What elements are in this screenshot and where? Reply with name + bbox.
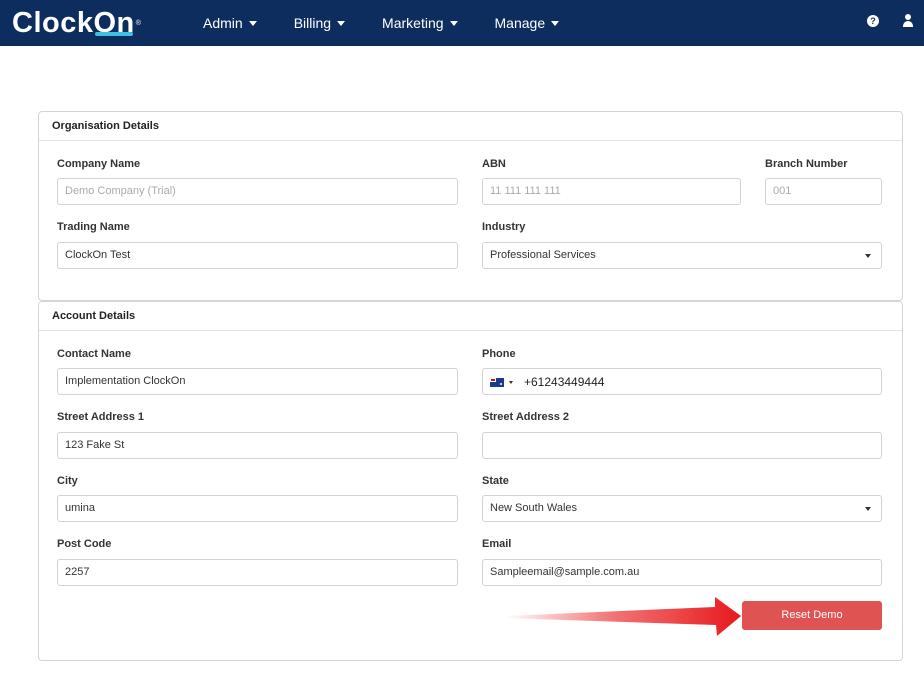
industry-select[interactable]: Professional Services [482, 242, 882, 269]
reset-demo-button[interactable]: Reset Demo [742, 601, 882, 630]
post-code-label: Post Code [57, 538, 112, 550]
organisation-details-card: Organisation Details [38, 111, 903, 301]
post-code-field[interactable]: 2257 [57, 559, 458, 586]
state-value: New South Wales [490, 502, 578, 514]
organisation-details-title: Organisation Details [39, 112, 902, 141]
user-icon[interactable] [902, 14, 914, 27]
city-field[interactable]: umina [57, 495, 458, 522]
account-details-title: Account Details [39, 302, 902, 331]
abn-field[interactable]: 11 111 111 111 [482, 178, 741, 205]
caret-down-icon [337, 20, 346, 26]
registered-mark: ® [135, 19, 141, 27]
caret-down-icon [449, 20, 458, 26]
caret-down-icon [248, 20, 257, 26]
city-label: City [57, 475, 78, 487]
logo-accent-text: On [93, 7, 135, 39]
nav-billing-label: Billing [293, 15, 332, 31]
dropdown-arrow-icon [865, 254, 871, 258]
company-name-field[interactable]: Demo Company (Trial) [57, 178, 458, 205]
street-address-2-field[interactable] [482, 432, 882, 459]
industry-value: Professional Services [490, 249, 596, 261]
country-caret-icon [509, 381, 513, 384]
state-label: State [482, 475, 509, 487]
user-icon-head [905, 14, 911, 20]
annotation-arrow-icon [505, 597, 741, 636]
phone-label: Phone [482, 348, 516, 360]
caret-down-icon [551, 20, 560, 26]
top-navbar: Clock On ® Admin Billing Marketing Manage … [0, 0, 924, 46]
help-icon[interactable]: ? [867, 14, 879, 27]
abn-label: ABN [482, 158, 506, 170]
user-icon-body [903, 21, 913, 27]
email-field[interactable]: Sampleemail@sample.com.au [482, 559, 882, 586]
nav-manage[interactable]: Manage [495, 15, 560, 31]
phone-field[interactable]: +61243449444 [482, 368, 882, 395]
street-address-1-field[interactable]: 123 Fake St [57, 432, 458, 459]
trading-name-label: Trading Name [57, 221, 130, 233]
contact-name-field[interactable]: Implementation ClockOn [57, 368, 458, 395]
nav-admin-label: Admin [203, 15, 243, 31]
street-address-1-label: Street Address 1 [57, 411, 145, 423]
nav-admin[interactable]: Admin [203, 15, 257, 31]
dropdown-arrow-icon [865, 507, 871, 511]
street-address-2-label: Street Address 2 [482, 411, 570, 423]
nav-manage-label: Manage [494, 15, 546, 31]
nav-marketing[interactable]: Marketing [382, 15, 458, 31]
nav-marketing-label: Marketing [382, 15, 444, 31]
main-menu: Admin Billing Marketing Manage [203, 0, 596, 46]
logo-text: Clock [12, 7, 94, 39]
branch-number-label: Branch Number [765, 158, 848, 170]
australia-flag-icon[interactable] [490, 378, 504, 387]
contact-name-label: Contact Name [57, 348, 131, 360]
trading-name-field[interactable]: ClockOn Test [57, 242, 458, 269]
email-label: Email [482, 538, 512, 550]
nav-billing[interactable]: Billing [293, 15, 346, 31]
industry-label: Industry [482, 221, 526, 233]
state-select[interactable]: New South Wales [482, 495, 882, 522]
company-name-label: Company Name [57, 158, 141, 170]
phone-value: +61243449444 [524, 375, 605, 389]
nav-right-icons: ? [867, 14, 914, 27]
branch-number-field[interactable]: 001 [765, 178, 882, 205]
clockon-logo[interactable]: Clock On ® [12, 8, 141, 38]
